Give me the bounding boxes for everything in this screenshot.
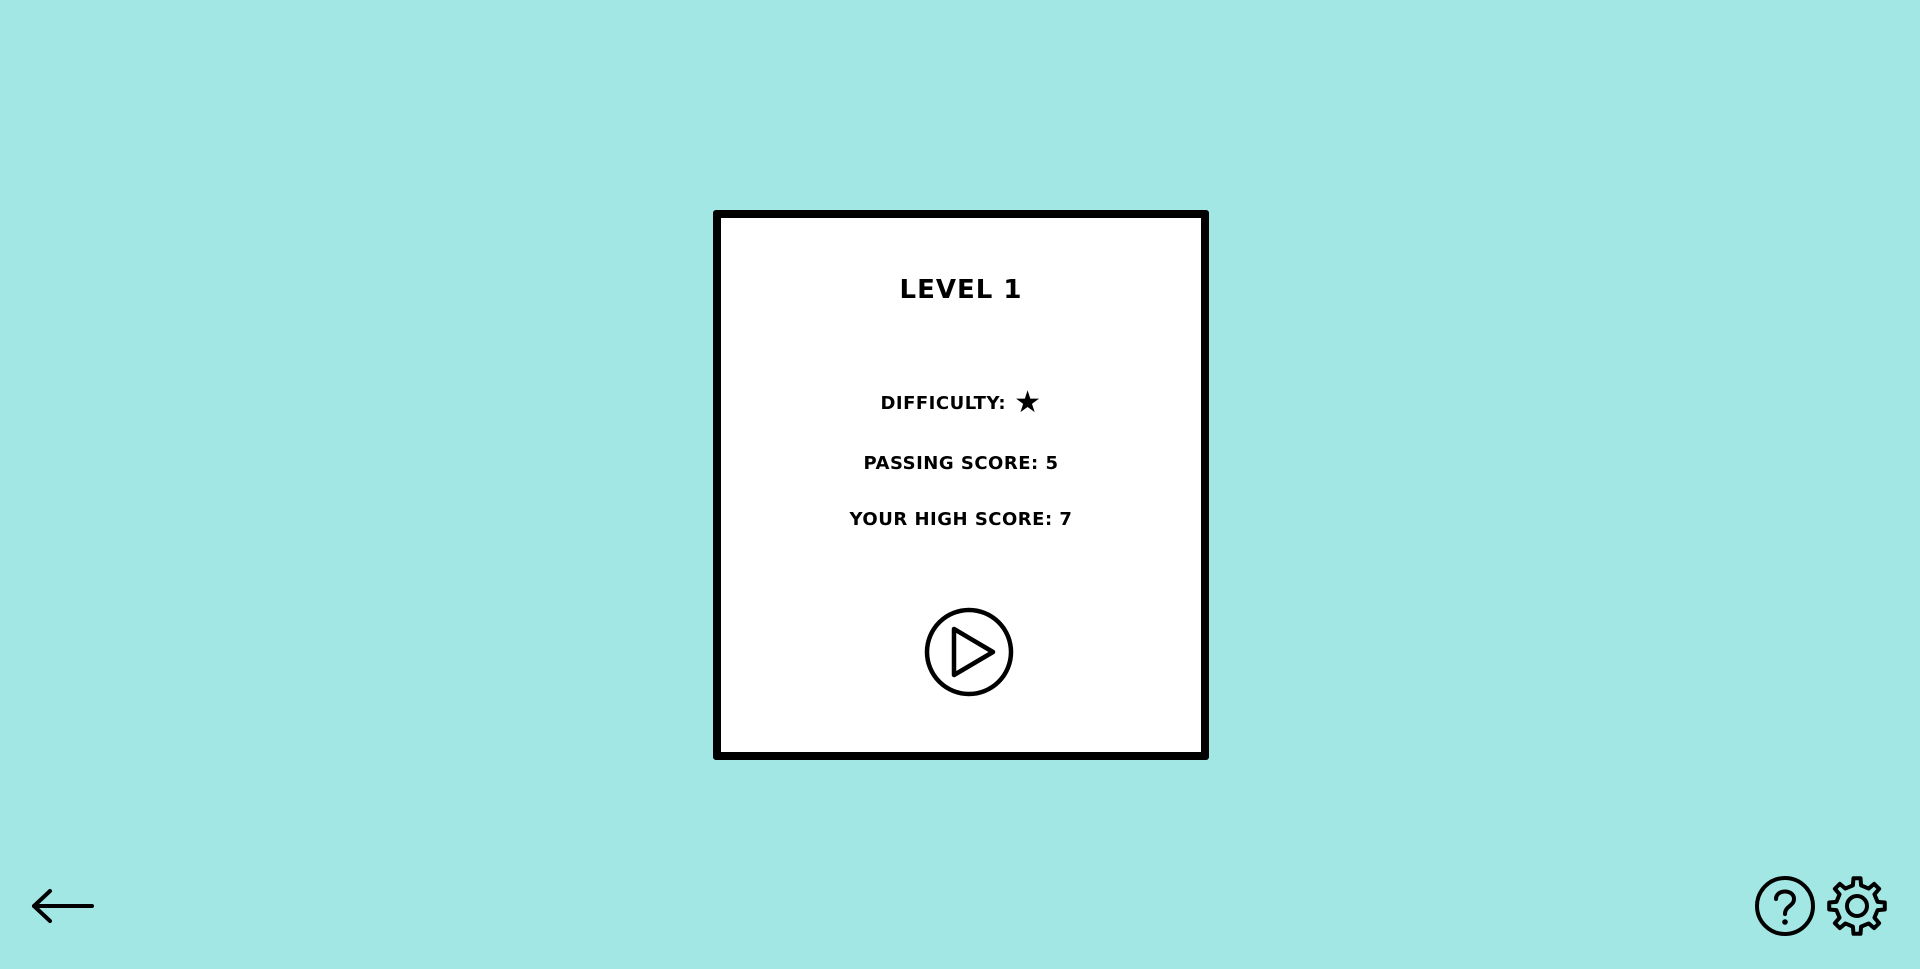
high-score: YOUR HIGH SCORE: 7	[849, 509, 1073, 530]
play-button[interactable]	[923, 606, 1015, 698]
gear-icon	[1827, 876, 1887, 936]
game-background: LEVEL 1 DIFFICULTY: ★ PASSING SCORE: 5 YO…	[0, 0, 1920, 969]
back-button[interactable]	[30, 886, 96, 926]
arrow-left-icon	[32, 889, 94, 923]
help-button[interactable]	[1754, 875, 1816, 937]
play-icon	[924, 607, 1014, 697]
difficulty-row: DIFFICULTY: ★	[721, 388, 1201, 418]
star-icon: ★	[1014, 385, 1042, 420]
help-icon	[1755, 876, 1815, 936]
difficulty-label: DIFFICULTY:	[880, 393, 1007, 414]
settings-button[interactable]	[1825, 874, 1889, 938]
level-card: LEVEL 1 DIFFICULTY: ★ PASSING SCORE: 5 YO…	[713, 210, 1209, 760]
passing-score: PASSING SCORE: 5	[863, 453, 1059, 474]
level-title: LEVEL 1	[899, 275, 1023, 305]
